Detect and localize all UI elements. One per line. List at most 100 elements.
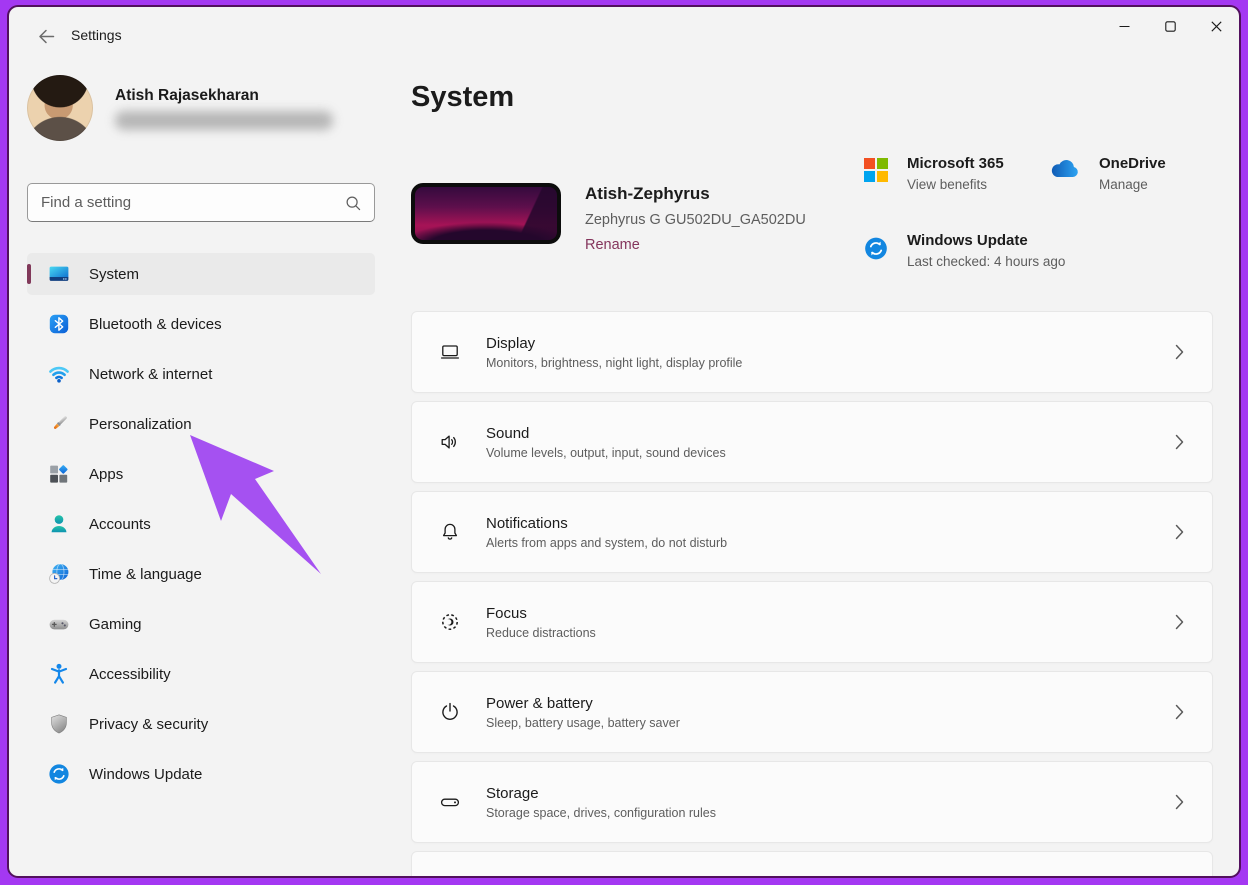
row-subtitle: Volume levels, output, input, sound devi… (486, 446, 1175, 460)
rename-link[interactable]: Rename (585, 237, 640, 253)
row-subtitle: Monitors, brightness, night light, displ… (486, 356, 1175, 370)
row-sound[interactable]: Sound Volume levels, output, input, soun… (411, 401, 1213, 483)
sidebar-item-accessibility[interactable]: Accessibility (27, 653, 375, 695)
sidebar-item-label: Accounts (89, 516, 151, 533)
row-title: Display (486, 335, 1175, 352)
chevron-right-icon (1175, 704, 1186, 720)
close-icon (1211, 21, 1222, 32)
device-model: Zephyrus G GU502DU_GA502DU (585, 212, 806, 228)
maximize-icon (1165, 21, 1176, 32)
device-name: Atish-Zephyrus (585, 184, 806, 204)
titlebar: Settings (9, 7, 1239, 63)
sidebar-item-label: System (89, 266, 139, 283)
settings-rows: Display Monitors, brightness, night ligh… (411, 311, 1213, 876)
search-input[interactable] (28, 194, 345, 211)
sidebar-item-label: Gaming (89, 616, 142, 633)
status-onedrive[interactable]: OneDrive Manage (1047, 155, 1166, 192)
chevron-right-icon (1175, 794, 1186, 810)
device-wallpaper-thumbnail (411, 183, 561, 244)
sidebar-item-network-internet[interactable]: Network & internet (27, 353, 375, 395)
privacy-shield-icon (47, 712, 71, 736)
status-microsoft-365[interactable]: Microsoft 365 View benefits (863, 155, 1004, 192)
row-subtitle: Alerts from apps and system, do not dist… (486, 536, 1175, 550)
network-icon (47, 362, 71, 386)
windows-update-icon (863, 232, 889, 269)
accessibility-icon (47, 662, 71, 686)
row-title: Storage (486, 785, 1175, 802)
row-storage[interactable]: Storage Storage space, drives, configura… (411, 761, 1213, 843)
sidebar-item-privacy-security[interactable]: Privacy & security (27, 703, 375, 745)
apps-icon (47, 462, 71, 486)
back-arrow-icon (38, 29, 55, 44)
row-display[interactable]: Display Monitors, brightness, night ligh… (411, 311, 1213, 393)
close-button[interactable] (1193, 7, 1239, 45)
minimize-icon (1119, 21, 1130, 32)
profile-name: Atish Rajasekharan (115, 87, 333, 105)
sidebar-item-label: Bluetooth & devices (89, 316, 222, 333)
sidebar-item-label: Time & language (89, 566, 202, 583)
row-subtitle: Sleep, battery usage, battery saver (486, 716, 1175, 730)
sidebar-item-time-language[interactable]: Time & language (27, 553, 375, 595)
sound-icon (438, 430, 462, 454)
sidebar-item-apps[interactable]: Apps (27, 453, 375, 495)
sidebar-item-system[interactable]: System (27, 253, 375, 295)
notifications-icon (438, 520, 462, 544)
sidebar-item-bluetooth-devices[interactable]: Bluetooth & devices (27, 303, 375, 345)
profile-email-redacted (115, 111, 333, 130)
search-icon (345, 195, 374, 211)
row-focus[interactable]: Focus Reduce distractions (411, 581, 1213, 663)
microsoft-365-icon (863, 155, 889, 192)
window-title: Settings (71, 27, 122, 43)
sidebar-item-label: Accessibility (89, 666, 171, 683)
sidebar-item-gaming[interactable]: Gaming (27, 603, 375, 645)
sidebar-item-personalization[interactable]: Personalization (27, 403, 375, 445)
status-title: Windows Update (907, 232, 1065, 249)
row-title: Power & battery (486, 695, 1175, 712)
settings-window: Settings Atish Rajasekharan (9, 7, 1239, 876)
back-button[interactable] (31, 23, 61, 49)
power-icon (438, 700, 462, 724)
row-notifications[interactable]: Notifications Alerts from apps and syste… (411, 491, 1213, 573)
storage-icon (438, 790, 462, 814)
accounts-icon (47, 512, 71, 536)
focus-icon (438, 610, 462, 634)
display-icon (438, 340, 462, 364)
sidebar-item-accounts[interactable]: Accounts (27, 503, 375, 545)
status-subtitle[interactable]: View benefits (907, 177, 1004, 192)
account-profile[interactable]: Atish Rajasekharan (27, 75, 377, 141)
avatar (27, 75, 93, 141)
row-power-battery[interactable]: Power & battery Sleep, battery usage, ba… (411, 671, 1213, 753)
windows-update-icon (47, 762, 71, 786)
sidebar-item-windows-update[interactable]: Windows Update (27, 753, 375, 795)
status-title: OneDrive (1099, 155, 1166, 172)
device-info-block: Atish-Zephyrus Zephyrus G GU502DU_GA502D… (411, 183, 806, 253)
system-icon (47, 262, 71, 286)
minimize-button[interactable] (1101, 7, 1147, 45)
row-title: Focus (486, 605, 1175, 622)
row-partial[interactable] (411, 851, 1213, 876)
chevron-right-icon (1175, 524, 1186, 540)
maximize-button[interactable] (1147, 7, 1193, 45)
sidebar-item-label: Network & internet (89, 366, 212, 383)
sidebar-item-label: Windows Update (89, 766, 202, 783)
row-title: Notifications (486, 515, 1175, 532)
row-subtitle: Reduce distractions (486, 626, 1175, 640)
sidebar-item-label: Privacy & security (89, 716, 208, 733)
status-windows-update[interactable]: Windows Update Last checked: 4 hours ago (863, 232, 1065, 269)
status-subtitle[interactable]: Manage (1099, 177, 1166, 192)
row-title: Sound (486, 425, 1175, 442)
page-title: System (411, 81, 514, 114)
annotation-frame: Settings Atish Rajasekharan (7, 5, 1241, 878)
sidebar-item-label: Personalization (89, 416, 192, 433)
chevron-right-icon (1175, 344, 1186, 360)
bluetooth-icon (47, 312, 71, 336)
status-title: Microsoft 365 (907, 155, 1004, 172)
row-subtitle: Storage space, drives, configuration rul… (486, 806, 1175, 820)
search-box (27, 183, 375, 222)
window-controls (1101, 7, 1239, 45)
chevron-right-icon (1175, 434, 1186, 450)
chevron-right-icon (1175, 614, 1186, 630)
onedrive-icon (1047, 155, 1081, 192)
time-language-icon (47, 562, 71, 586)
sidebar-nav: System Bluetooth & devices Network & int… (27, 253, 375, 803)
